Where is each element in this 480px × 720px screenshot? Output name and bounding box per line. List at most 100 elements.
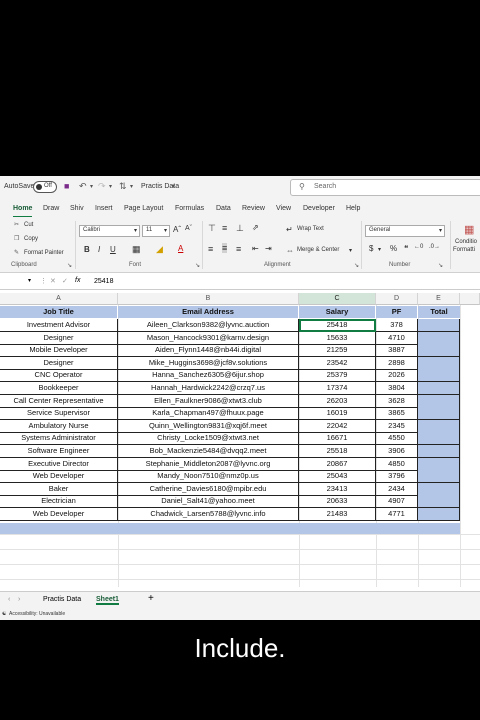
underline-icon[interactable]: U xyxy=(110,245,116,254)
wrap-text-button[interactable]: Wrap Text xyxy=(297,226,324,232)
align-left-icon[interactable]: ≡ xyxy=(208,244,213,254)
name-box-dropdown-icon[interactable]: ▾ xyxy=(28,277,31,284)
cut-button[interactable]: Cut xyxy=(24,222,33,228)
pf-cell[interactable]: 4850 xyxy=(376,457,418,471)
column-header-c[interactable]: C xyxy=(299,293,376,305)
conditional-formatting-icon[interactable]: ▦ xyxy=(464,223,474,236)
font-size-select[interactable]: 11 ▾ xyxy=(142,225,170,237)
tab-home[interactable]: Home xyxy=(13,205,33,218)
email-cell[interactable]: Chadwick_Larsen5788@lyvnc.info xyxy=(118,508,299,521)
job-title-cell[interactable]: Web Developer xyxy=(0,470,118,484)
total-cell[interactable] xyxy=(418,445,460,458)
add-sheet-icon[interactable]: + xyxy=(148,593,154,604)
total-cell[interactable] xyxy=(418,369,460,383)
email-cell[interactable]: Mason_Hancock9301@karnv.design xyxy=(118,331,299,345)
tab-developer[interactable]: Developer xyxy=(303,205,335,212)
job-title-cell[interactable]: Ambulatory Nurse xyxy=(0,419,118,433)
total-cell[interactable] xyxy=(418,394,460,408)
pf-cell[interactable]: 3906 xyxy=(376,445,418,458)
highlighted-row[interactable] xyxy=(0,523,460,534)
pf-cell[interactable]: 3887 xyxy=(376,344,418,358)
align-middle-icon[interactable]: ≡ xyxy=(222,223,227,233)
decrease-decimal-icon[interactable]: .0→ xyxy=(429,244,440,250)
borders-icon[interactable]: ▦ xyxy=(132,244,141,255)
salary-cell[interactable]: 20867 xyxy=(299,457,376,471)
total-cell[interactable] xyxy=(418,344,460,358)
email-cell[interactable]: Hannah_Hardwick2242@crzq7.us xyxy=(118,382,299,395)
pf-cell[interactable]: 4550 xyxy=(376,432,418,446)
column-header-d[interactable]: D xyxy=(376,293,418,305)
font-color-icon[interactable]: A xyxy=(178,244,183,253)
shrink-font-icon[interactable]: Aˇ xyxy=(185,225,192,232)
email-cell[interactable]: Daniel_Salt41@yahoo.meet xyxy=(118,495,299,509)
job-title-cell[interactable]: Electrician xyxy=(0,495,118,509)
tab-data[interactable]: Data xyxy=(216,205,231,212)
redo-dropdown-icon[interactable]: ▾ xyxy=(109,183,112,190)
salary-cell[interactable]: 25379 xyxy=(299,369,376,383)
accessibility-status[interactable]: Accessibility: Unavailable xyxy=(9,611,65,617)
job-title-cell[interactable]: Investment Advisor xyxy=(0,319,118,332)
salary-cell[interactable]: 23542 xyxy=(299,356,376,370)
chevron-down-icon[interactable]: ▾ xyxy=(378,246,381,253)
comma-icon[interactable]: ❝ xyxy=(404,244,408,253)
total-cell[interactable] xyxy=(418,356,460,370)
pf-cell[interactable]: 2898 xyxy=(376,356,418,370)
header-pf[interactable]: PF xyxy=(376,306,418,318)
total-cell[interactable] xyxy=(418,407,460,421)
email-cell[interactable]: Ellen_Faulkner9086@xtwt3.club xyxy=(118,394,299,408)
formula-input[interactable]: 25418 xyxy=(94,278,113,285)
tab-help[interactable]: Help xyxy=(346,205,360,212)
conditional-formatting-label-2[interactable]: Formatti xyxy=(453,247,475,253)
font-launcher-icon[interactable]: ↘ xyxy=(195,262,200,269)
pf-cell[interactable]: 4907 xyxy=(376,495,418,509)
pf-cell[interactable]: 3804 xyxy=(376,382,418,395)
sheet-tab-sheet1[interactable]: Sheet1 xyxy=(96,596,119,605)
alignment-launcher-icon[interactable]: ↘ xyxy=(354,262,359,269)
search-box[interactable]: ⚲ Search xyxy=(290,179,480,196)
job-title-cell[interactable]: Web Developer xyxy=(0,508,118,521)
total-cell[interactable] xyxy=(418,432,460,446)
email-cell[interactable]: Karla_Chapman497@fhuux.page xyxy=(118,407,299,421)
email-cell[interactable]: Christy_Locke1509@xtwt3.net xyxy=(118,432,299,446)
header-total[interactable]: Total xyxy=(418,306,460,318)
job-title-cell[interactable]: CNC Operator xyxy=(0,369,118,383)
number-format-select[interactable]: General ▾ xyxy=(365,225,445,237)
align-center-icon[interactable]: ≡ xyxy=(222,243,228,253)
tab-shiv[interactable]: Shiv xyxy=(70,205,84,212)
email-cell[interactable]: Mike_Huggins3698@jcf8v.solutions xyxy=(118,356,299,370)
email-cell[interactable]: Aiden_Flynn1448@nb44i.digital xyxy=(118,344,299,358)
grow-font-icon[interactable]: Aˆ xyxy=(173,225,181,234)
total-cell[interactable] xyxy=(418,470,460,484)
column-header-e[interactable]: E xyxy=(418,293,460,305)
pf-cell[interactable]: 378 xyxy=(376,319,418,332)
total-cell[interactable] xyxy=(418,508,460,521)
tab-review[interactable]: Review xyxy=(242,205,265,212)
job-title-cell[interactable]: Executive Director xyxy=(0,457,118,471)
currency-icon[interactable]: $ xyxy=(369,244,373,253)
tab-insert[interactable]: Insert xyxy=(95,205,113,212)
total-cell[interactable] xyxy=(418,457,460,471)
pf-cell[interactable]: 3865 xyxy=(376,407,418,421)
bold-icon[interactable]: B xyxy=(84,245,90,254)
enter-icon[interactable]: ✓ xyxy=(62,277,68,285)
total-cell[interactable] xyxy=(418,495,460,509)
pf-cell[interactable]: 4710 xyxy=(376,331,418,345)
pf-cell[interactable]: 2345 xyxy=(376,419,418,433)
tab-draw[interactable]: Draw xyxy=(43,205,59,212)
job-title-cell[interactable]: Bookkeeper xyxy=(0,382,118,395)
pf-cell[interactable]: 2026 xyxy=(376,369,418,383)
decrease-indent-icon[interactable]: ⇤ xyxy=(252,244,259,253)
total-cell[interactable] xyxy=(418,331,460,345)
salary-cell[interactable]: 23413 xyxy=(299,482,376,496)
email-cell[interactable]: Quinn_Wellington9831@xqj6f.meet xyxy=(118,419,299,433)
align-top-icon[interactable]: ⊤ xyxy=(208,223,216,234)
job-title-cell[interactable]: Baker xyxy=(0,482,118,496)
salary-cell[interactable]: 21483 xyxy=(299,508,376,521)
salary-cell[interactable]: 26203 xyxy=(299,394,376,408)
salary-cell[interactable]: 16671 xyxy=(299,432,376,446)
email-cell[interactable]: Hanna_Sanchez6305@6ijur.shop xyxy=(118,369,299,383)
salary-cell[interactable]: 17374 xyxy=(299,382,376,395)
conditional-formatting-label[interactable]: Conditio xyxy=(455,239,477,245)
undo-icon[interactable]: ↶ xyxy=(79,181,87,192)
total-cell[interactable] xyxy=(418,382,460,395)
